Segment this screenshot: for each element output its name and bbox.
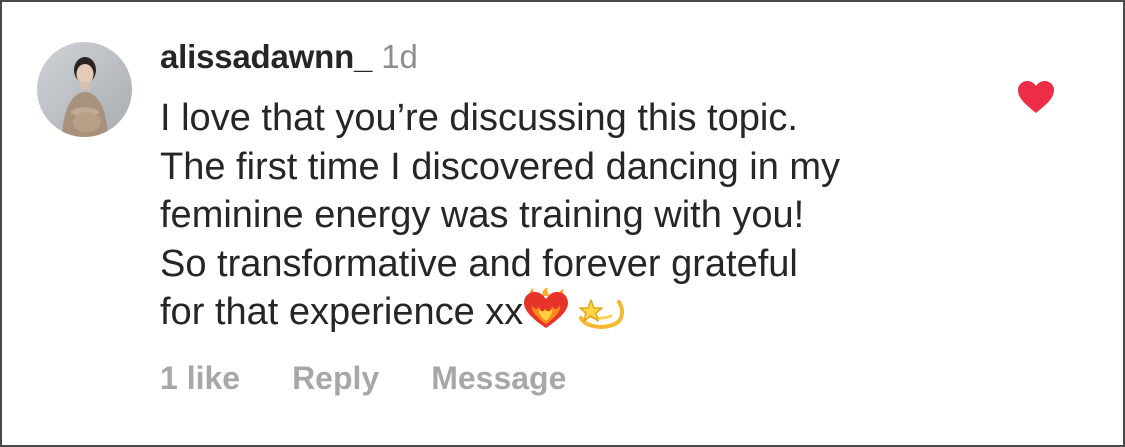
profile-photo-icon	[37, 42, 132, 137]
comment-timestamp: 1d	[381, 38, 418, 75]
heart-icon-shape	[1018, 81, 1054, 113]
comment-line-text: for that experience xx	[160, 291, 524, 333]
comment-card: alissadawnn_ 1d I love that you’re discu…	[0, 0, 1125, 447]
avatar[interactable]	[37, 42, 132, 137]
comment-header: alissadawnn_ 1d	[160, 38, 418, 84]
comment-actions: 1 like Reply Message	[160, 360, 566, 397]
likes-count-link[interactable]: 1 like	[160, 360, 240, 397]
comment-line: So transformative and forever grateful	[160, 242, 798, 285]
like-heart-button[interactable]	[1016, 79, 1056, 115]
heart-on-fire-emoji	[521, 287, 571, 343]
comment-text: I love that you’re discussing this topic…	[160, 94, 980, 343]
reply-button[interactable]: Reply	[292, 360, 379, 397]
heart-icon	[1018, 81, 1054, 113]
username-link[interactable]: alissadawnn_	[160, 38, 372, 76]
comment-line: The first time I discovered dancing in m…	[160, 145, 841, 188]
comment-line-last: for that experience xx	[160, 287, 980, 343]
message-button[interactable]: Message	[431, 360, 566, 397]
comment-line: feminine energy was training with you!	[160, 194, 805, 236]
comment-line: I love that you’re discussing this topic…	[160, 97, 798, 139]
dizzy-star-emoji	[577, 288, 625, 343]
